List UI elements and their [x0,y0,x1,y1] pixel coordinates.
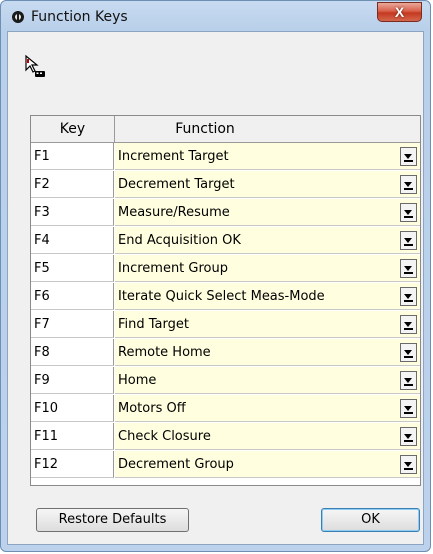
table-row: F7 Find Target [31,311,420,339]
function-select[interactable]: Iterate Quick Select Meas-Mode [115,283,420,310]
ok-button[interactable]: OK [321,508,420,532]
table-row: F11 Check Closure [31,423,420,451]
chevron-down-icon[interactable] [400,147,417,166]
function-select[interactable]: Check Closure [115,423,420,450]
table-row: F8 Remote Home [31,339,420,367]
title-bar[interactable]: Function Keys X [1,1,430,33]
chevron-down-icon[interactable] [400,399,417,418]
function-select[interactable]: Increment Target [115,143,420,170]
chevron-down-icon[interactable] [400,231,417,250]
key-cell: F11 [31,423,114,450]
column-header-key[interactable]: Key [31,116,115,142]
key-cell: F3 [31,199,114,226]
function-value: Increment Group [118,261,228,276]
table-row: F10 Motors Off [31,395,420,423]
chevron-down-icon[interactable] [400,371,417,390]
restore-defaults-button[interactable]: Restore Defaults [36,508,189,532]
function-select[interactable]: End Acquisition OK [115,227,420,254]
function-select[interactable]: Decrement Target [115,171,420,198]
function-value: Decrement Target [118,177,235,192]
function-select[interactable]: Motors Off [115,395,420,422]
function-value: Iterate Quick Select Meas-Mode [118,289,325,304]
chevron-down-icon[interactable] [400,455,417,474]
function-value: Check Closure [118,429,211,444]
table-row: F9 Home [31,367,420,395]
chevron-down-icon[interactable] [400,315,417,334]
table-row: F2 Decrement Target [31,171,420,199]
close-button[interactable]: X [377,2,422,22]
key-cell: F4 [31,227,114,254]
table-row: F5 Increment Group [31,255,420,283]
table-row: F4 End Acquisition OK [31,227,420,255]
chevron-down-icon[interactable] [400,343,417,362]
function-value: End Acquisition OK [118,233,241,248]
table-header: Key Function [31,116,420,143]
function-value: Find Target [118,317,189,332]
key-cell: F6 [31,283,114,310]
table-row: F1 Increment Target [31,143,420,171]
function-select[interactable]: Remote Home [115,339,420,366]
function-select[interactable]: Increment Group [115,255,420,282]
key-cell: F7 [31,311,114,338]
table-row: F6 Iterate Quick Select Meas-Mode [31,283,420,311]
pointer-keyboard-icon[interactable] [23,54,47,80]
key-cell: F12 [31,451,114,478]
chevron-down-icon[interactable] [400,175,417,194]
key-cell: F8 [31,339,114,366]
function-value: Measure/Resume [118,205,230,220]
key-cell: F5 [31,255,114,282]
function-value: Remote Home [118,345,211,360]
table-row: F12 Decrement Group [31,451,420,479]
function-select[interactable]: Measure/Resume [115,199,420,226]
chevron-down-icon[interactable] [400,287,417,306]
chevron-down-icon[interactable] [400,427,417,446]
key-cell: F1 [31,143,114,170]
function-select[interactable]: Home [115,367,420,394]
key-cell: F9 [31,367,114,394]
function-value: Home [118,373,157,388]
function-value: Increment Target [118,149,229,164]
function-select[interactable]: Decrement Group [115,451,420,478]
function-value: Motors Off [118,401,186,416]
key-cell: F10 [31,395,114,422]
close-icon: X [394,4,405,20]
function-keys-table: Key Function F1 Increment Target F2 Decr… [30,115,421,486]
column-header-function[interactable]: Function [115,116,295,142]
function-value: Decrement Group [118,457,234,472]
chevron-down-icon[interactable] [400,203,417,222]
window-title: Function Keys [31,9,128,25]
key-cell: F2 [31,171,114,198]
app-icon [12,11,24,23]
chevron-down-icon[interactable] [400,259,417,278]
function-select[interactable]: Find Target [115,311,420,338]
table-row: F3 Measure/Resume [31,199,420,227]
